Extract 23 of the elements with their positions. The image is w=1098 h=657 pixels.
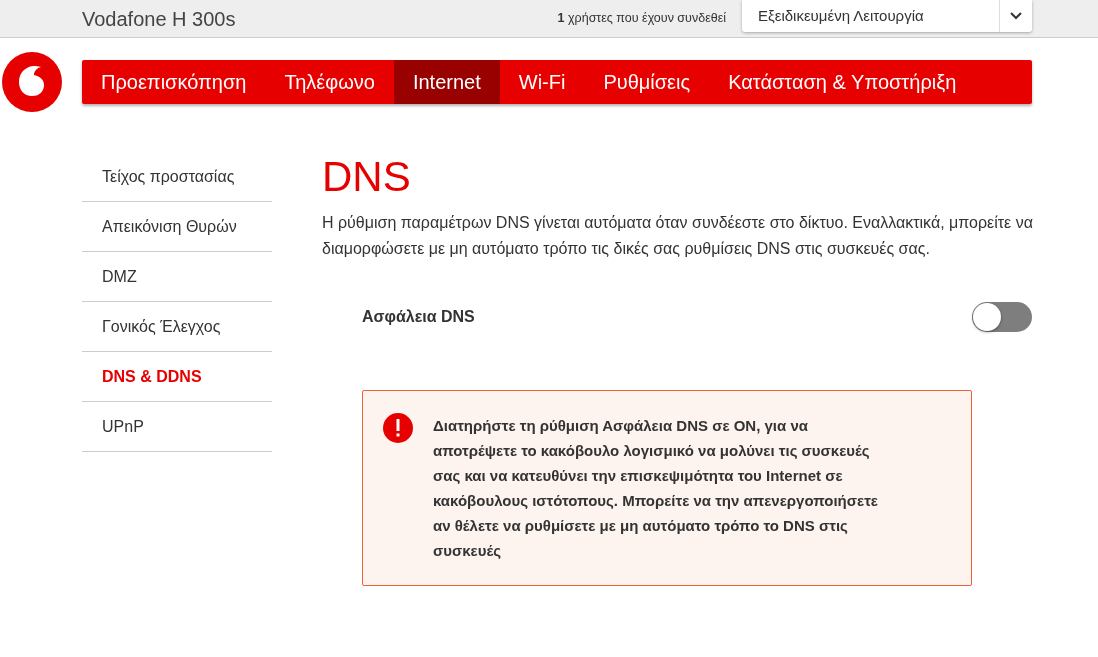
sidebar-item[interactable]: Τείχος προστασίας xyxy=(82,152,272,202)
alert-message: Διατηρήστε τη ρύθμιση Ασφάλεια DNS σε ON, για να αποτρέψετε το κακόβουλο λογισμικό να μολύνει τις συσκευές σας και να κατευθύνει την επισκεψιμότητα του Internet σε κακόβουλους ιστότοπους. Μπορείτε να την απενεργοποιήσετε αν θέλετε να ρυθμίσετε με μη αυτόματο τρόπο το DNS στις συσκευές xyxy=(433,416,879,561)
nav-tab[interactable]: Τηλέφωνο xyxy=(265,60,394,104)
mode-dropdown[interactable]: Εξειδικευμένη Λειτουργία xyxy=(742,0,1032,32)
logo-icon xyxy=(2,52,62,112)
page-title: DNS xyxy=(322,156,412,198)
chevron-down-icon xyxy=(1010,12,1022,20)
sidebar-item[interactable]: Γονικός Έλεγχος xyxy=(82,302,272,352)
sidebar-item[interactable]: UPnP xyxy=(82,402,272,452)
nav-tab[interactable]: Ρυθμίσεις xyxy=(584,60,710,104)
nav-tab[interactable]: Κατάσταση & Υποστήριξη xyxy=(709,60,976,104)
dns-security-toggle[interactable] xyxy=(972,302,1032,332)
page-description: Η ρύθμιση παραμέτρων DNS γίνεται αυτόματα όταν συνδέεστε στο δίκτυο. Εναλλακτικά, μπορείτε να διαμορφώσετε με μη αυτόματο τρόπο τις δικές σας ρυθμίσεις DNS στις συσκευές σας. xyxy=(322,213,1034,259)
nav-tab[interactable]: Internet xyxy=(393,60,500,104)
sidebar-item[interactable]: DMZ xyxy=(82,252,272,302)
sidebar-item[interactable]: Απεικόνιση Θυρών xyxy=(82,202,272,252)
router-name: Vodafone H 300s xyxy=(82,6,236,32)
setting-label: Ασφάλεια DNS xyxy=(362,307,475,327)
sidebar-item[interactable]: DNS & DDNS xyxy=(82,352,272,402)
nav-tab[interactable]: Wi-Fi xyxy=(499,60,585,104)
nav-tab[interactable]: Προεπισκόπηση xyxy=(82,60,266,104)
exclamation-icon xyxy=(383,413,413,443)
connected-users-text: 1 χρήστες που έχουν συνδεθεί xyxy=(557,10,726,28)
